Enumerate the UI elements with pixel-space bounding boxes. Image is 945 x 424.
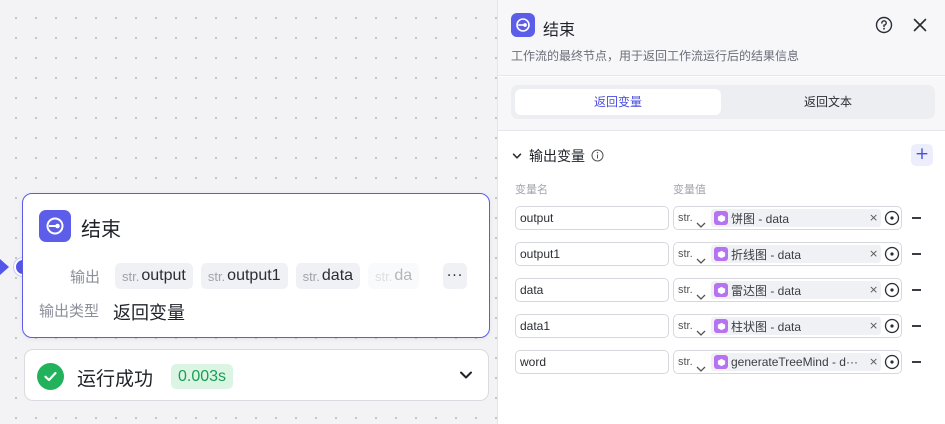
run-result-card[interactable]: 运行成功 0.003s [24,349,489,401]
return-mode-area: 返回变量 返回文本 [498,77,945,131]
panel-title: 结束 [543,20,576,39]
variable-name-input[interactable]: word [515,350,669,374]
variable-reference[interactable]: 折线图 - data [711,245,881,263]
end-node-icon [511,13,535,37]
variable-row: output1 str. 折线图 - data × [515,242,935,266]
output-variables-header[interactable]: 输出变量 [511,146,604,166]
output-tag: str. output1 [200,263,288,289]
variable-reference[interactable]: 饼图 - data [711,209,881,227]
node-cube-icon [714,247,728,261]
target-select-icon[interactable] [884,318,900,338]
chevron-down-icon[interactable] [511,147,523,166]
variable-value-field[interactable]: str. 折线图 - data × [673,242,902,266]
help-icon[interactable] [875,16,893,38]
output-tag: str. data [295,263,361,289]
variable-reference[interactable]: 雷达图 - data [711,281,881,299]
clear-reference-icon[interactable]: × [869,316,878,336]
chevron-down-icon[interactable] [458,367,474,387]
end-node-card[interactable]: 结束 输出 str. output str. output1 str. data… [22,193,490,338]
remove-variable-button[interactable] [912,217,921,219]
variable-value-field[interactable]: str. 柱状图 - data × [673,314,902,338]
variable-name-input[interactable]: data1 [515,314,669,338]
target-select-icon[interactable] [884,282,900,302]
target-select-icon[interactable] [884,354,900,374]
clear-reference-icon[interactable]: × [869,280,878,300]
remove-variable-button[interactable] [912,253,921,255]
remove-variable-button[interactable] [912,289,921,291]
clear-reference-icon[interactable]: × [869,352,878,372]
output-tags: str. output str. output1 str. data str. … [115,263,467,289]
type-select[interactable]: str. [678,243,693,265]
output-tag: str. output [115,263,193,289]
panel-description: 工作流的最终节点，用于返回工作流运行后的结果信息 [511,49,800,63]
type-select[interactable]: str. [678,351,693,373]
info-icon [591,147,604,166]
variable-name-input[interactable]: output [515,206,669,230]
node-cube-icon [714,319,728,333]
chevron-down-icon[interactable] [696,214,706,233]
more-outputs-button[interactable]: ··· [443,263,467,289]
properties-panel: 结束 工作流的最终节点，用于返回工作流运行后的结果信息 返回变量 返回文本 输出… [497,0,945,424]
node-cube-icon [714,211,728,225]
remove-variable-button[interactable] [912,325,921,327]
panel-header: 结束 工作流的最终节点，用于返回工作流运行后的结果信息 [498,0,945,76]
target-select-icon[interactable] [884,246,900,266]
run-duration-badge: 0.003s [171,364,234,389]
node-cube-icon [714,283,728,297]
tab-return-text[interactable]: 返回文本 [725,89,931,115]
output-label: 输出 [70,268,101,286]
chevron-down-icon[interactable] [696,358,706,377]
variable-name-input[interactable]: output1 [515,242,669,266]
return-mode-switch: 返回变量 返回文本 [511,85,935,119]
variable-name-input[interactable]: data [515,278,669,302]
target-select-icon[interactable] [884,210,900,230]
remove-variable-button[interactable] [912,361,921,363]
variable-reference[interactable]: generateTreeMind - d··· [711,353,881,371]
run-status-text: 运行成功 [77,368,154,390]
chevron-down-icon[interactable] [696,250,706,269]
section-title: 输出变量 [529,149,585,165]
node-title: 结束 [81,217,121,241]
variable-row: data str. 雷达图 - data × [515,278,935,302]
success-check-icon [37,363,64,390]
output-tag: str. da [368,263,420,289]
tab-return-variable[interactable]: 返回变量 [515,89,721,115]
variable-value-field[interactable]: str. 饼图 - data × [673,206,902,230]
type-select[interactable]: str. [678,279,693,301]
type-select[interactable]: str. [678,315,693,337]
chevron-down-icon[interactable] [696,322,706,341]
variable-row: output str. 饼图 - data × [515,206,935,230]
variable-row: data1 str. 柱状图 - data × [515,314,935,338]
variable-row: word str. generateTreeMind - d··· × [515,350,935,374]
add-variable-button[interactable]: + [911,144,933,166]
output-type-value: 返回变量 [113,303,185,324]
variable-reference[interactable]: 柱状图 - data [711,317,881,335]
end-node-icon [39,210,71,242]
column-name-label: 变量名 [515,183,548,196]
close-icon[interactable] [911,16,929,38]
variable-value-field[interactable]: str. generateTreeMind - d··· × [673,350,902,374]
variable-value-field[interactable]: str. 雷达图 - data × [673,278,902,302]
type-select[interactable]: str. [678,207,693,229]
node-cube-icon [714,355,728,369]
connector-arrow [0,259,9,275]
clear-reference-icon[interactable]: × [869,244,878,264]
output-type-label: 输出类型 [39,302,100,320]
clear-reference-icon[interactable]: × [869,208,878,228]
column-value-label: 变量值 [673,183,706,196]
chevron-down-icon[interactable] [696,286,706,305]
